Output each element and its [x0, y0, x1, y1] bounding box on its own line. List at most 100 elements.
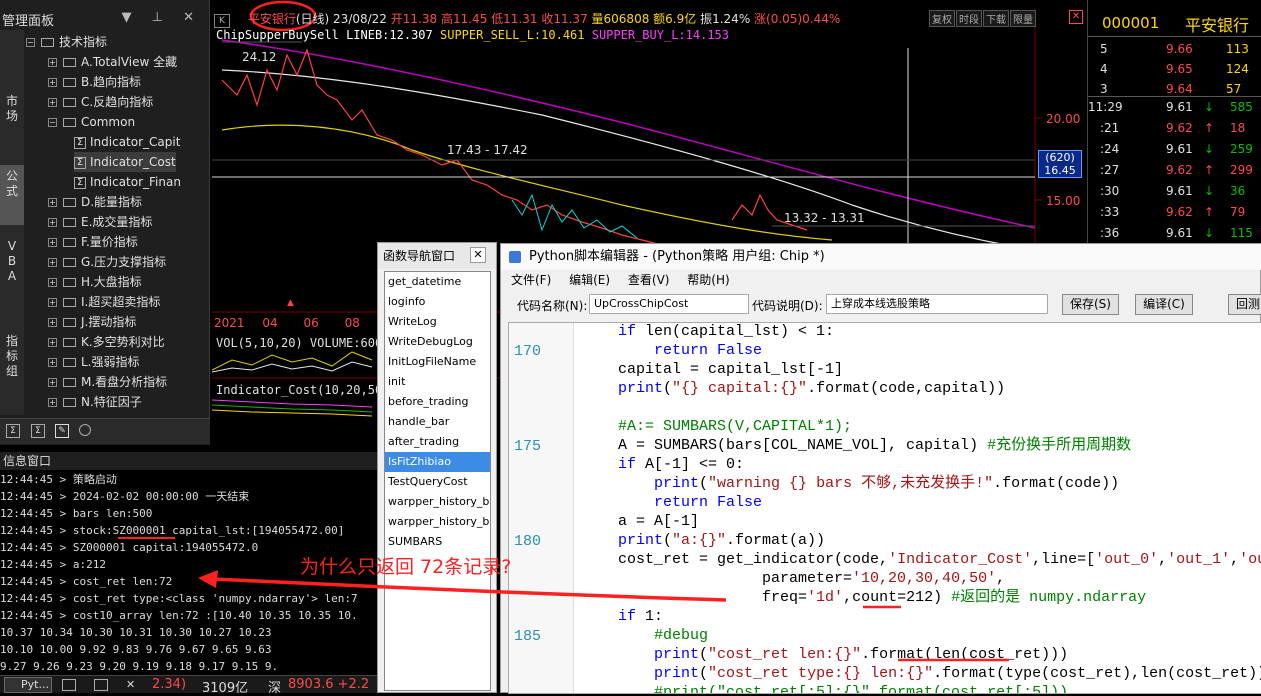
function-item[interactable]: IsFitZhibiao	[385, 452, 490, 472]
code-editor[interactable]: 170 175 180 185 if len(capital_lst) < 1: re…	[508, 322, 1261, 694]
tree-folder-item[interactable]: + G.压力支撑指标	[48, 252, 166, 272]
function-item[interactable]: after_trading	[385, 432, 490, 452]
toggle-download[interactable]: 下载	[983, 10, 1009, 27]
tick-row: :27 9.62 ↑ 299	[1088, 161, 1261, 181]
menu-file[interactable]: 文件(F)	[511, 273, 551, 287]
toggle-limit[interactable]: 限量	[1010, 10, 1036, 27]
function-item[interactable]: loginfo	[385, 292, 490, 312]
search-icon[interactable]	[79, 424, 91, 436]
function-item[interactable]: SUMBARS	[385, 532, 490, 552]
function-item[interactable]: before_trading	[385, 392, 490, 412]
python-tab[interactable]: Pyt...	[4, 677, 52, 693]
formula-icon[interactable]: Σ	[6, 424, 20, 438]
tick-direction-icon: ↓	[1204, 184, 1215, 198]
tree-folder-item[interactable]: + D.能量指标	[48, 192, 142, 212]
order-level: 5 9.66 113	[1088, 40, 1261, 60]
new-formula-icon[interactable]: Σ	[31, 424, 45, 438]
status-ticker: 2.34)	[152, 677, 187, 692]
fnav-close-icon[interactable]: ✕	[470, 247, 486, 263]
price-high-label: 24.12	[242, 50, 277, 64]
tree-folder-item[interactable]: + L.强弱指标	[48, 352, 140, 372]
expand-icon[interactable]: +	[48, 98, 57, 107]
tree-function-item[interactable]: Σ Indicator_Cost	[74, 152, 176, 172]
tree-folder-item[interactable]: + A.TotalView 全藏	[48, 52, 177, 72]
expand-icon[interactable]: +	[48, 58, 57, 67]
menu-view[interactable]: 查看(V)	[628, 273, 670, 287]
tree-folder-item[interactable]: − Common	[48, 112, 135, 132]
vtab-0[interactable]: 市场	[0, 90, 24, 130]
function-item[interactable]: WriteDebugLog	[385, 332, 490, 352]
tree-folder-item[interactable]: + E.成交量指标	[48, 212, 152, 232]
toggle-adjust[interactable]: 复权	[929, 10, 955, 27]
backtest-button[interactable]: 回测	[1228, 294, 1261, 315]
tick-volume: 36	[1230, 184, 1246, 198]
expand-icon[interactable]: +	[48, 278, 57, 287]
folder-icon	[41, 38, 54, 47]
function-item[interactable]: TestQueryCost	[385, 472, 490, 492]
close-icon[interactable]: ✕	[126, 678, 135, 691]
x-axis-labels: 2021 04 06 08	[214, 316, 394, 330]
high-price: 高11.45	[440, 12, 488, 26]
tick-time: :27	[1100, 163, 1120, 177]
menu-edit[interactable]: 编辑(E)	[569, 273, 610, 287]
expand-icon[interactable]: −	[48, 118, 57, 127]
y-tick-20: 20.00	[1046, 112, 1081, 126]
tree-folder-item[interactable]: + J.摆动指标	[48, 312, 136, 332]
lineb-value: LINEB:12.307	[346, 28, 433, 42]
function-item[interactable]: WriteLog	[385, 312, 490, 332]
expand-icon[interactable]: +	[48, 78, 57, 87]
expand-icon[interactable]: +	[48, 298, 57, 307]
edit-icon[interactable]: ✎	[55, 424, 69, 438]
function-item[interactable]: InitLogFileName	[385, 352, 490, 372]
vtab-2[interactable]: VBA	[0, 235, 24, 295]
code-desc-input[interactable]: 上穿成本线选股策略	[826, 294, 1048, 314]
tree-function-item[interactable]: Σ Indicator_Finan	[74, 172, 181, 192]
function-item[interactable]: warpper_history_bar	[385, 492, 490, 512]
code-name-input[interactable]: UpCrossChipCost	[589, 294, 749, 314]
menu-help[interactable]: 帮助(H)	[687, 273, 729, 287]
sigma-icon: Σ	[74, 176, 86, 189]
tree-folder-item[interactable]: + H.大盘指标	[48, 272, 142, 292]
compile-button[interactable]: 编译(C)	[1135, 294, 1193, 315]
tick-time: :33	[1100, 205, 1120, 219]
vtab-3[interactable]: 指标组	[0, 330, 24, 390]
function-item[interactable]: warpper_history_bar	[385, 512, 490, 532]
vtab-1[interactable]: 公式	[0, 165, 24, 225]
tree-folder-item[interactable]: + I.超买超卖指标	[48, 292, 160, 312]
expand-icon[interactable]: +	[48, 378, 57, 387]
maximize-icon[interactable]	[94, 679, 108, 691]
tree-folder-item[interactable]: + B.趋向指标	[48, 72, 141, 92]
tree-folder-item[interactable]: + F.量价指标	[48, 232, 138, 252]
expand-icon[interactable]: +	[48, 258, 57, 267]
tick-row: :21 9.62 ↑ 18	[1088, 119, 1261, 139]
expand-icon[interactable]: +	[48, 338, 57, 347]
expand-icon[interactable]: +	[48, 398, 57, 407]
function-item[interactable]: handle_bar	[385, 412, 490, 432]
tree-folder-item[interactable]: + C.反趋向指标	[48, 92, 153, 112]
tree-function-item[interactable]: Σ Indicator_Capit	[74, 132, 180, 152]
expand-icon[interactable]: +	[48, 318, 57, 327]
expand-icon[interactable]: +	[48, 238, 57, 247]
expand-icon[interactable]: +	[48, 198, 57, 207]
range-label-1: 17.43 - 17.42	[447, 143, 528, 157]
tree-item-label: H.大盘指标	[81, 275, 142, 289]
tree-folder-item[interactable]: + N.特征因子	[48, 392, 142, 412]
toggle-session[interactable]: 时段	[956, 10, 982, 27]
expand-icon[interactable]: +	[48, 358, 57, 367]
expand-icon[interactable]: +	[48, 218, 57, 227]
restore-icon[interactable]	[62, 679, 76, 691]
tree-folder-item[interactable]: + M.看盘分析指标	[48, 372, 167, 392]
tree-item-label: G.压力支撑指标	[81, 255, 167, 269]
status-bar: Pyt... ✕ 2.34) 3109亿 深 8903.6 +2.2	[0, 675, 378, 696]
tree-item-label: K.多空势利对比	[81, 335, 165, 349]
function-item[interactable]: init	[385, 372, 490, 392]
expand-icon[interactable]: −	[26, 38, 35, 47]
panel-controls[interactable]: ▼ ⊥ ✕	[122, 10, 202, 25]
save-button[interactable]: 保存(S)	[1062, 294, 1119, 315]
tree-folder-item[interactable]: − 技术指标	[26, 32, 107, 52]
function-item[interactable]: get_datetime	[385, 272, 490, 292]
tree-folder-item[interactable]: + K.多空势利对比	[48, 332, 165, 352]
close-chart-icon[interactable]: ✕	[1069, 10, 1083, 24]
amplitude: 振1.24%	[700, 12, 751, 26]
k-icon[interactable]: K	[214, 14, 230, 28]
